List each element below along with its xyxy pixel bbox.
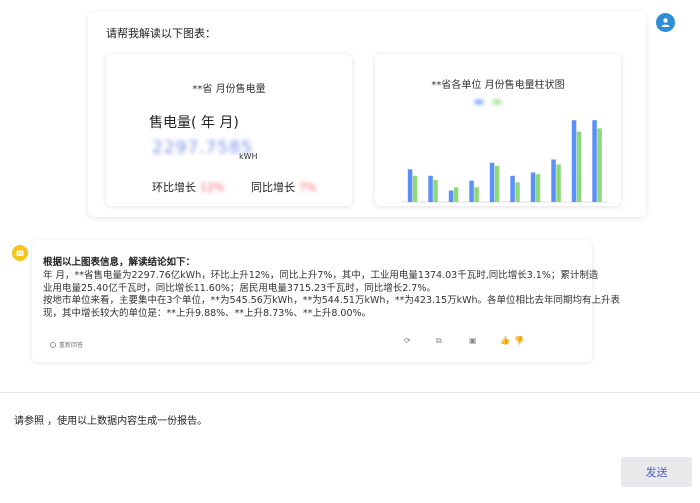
- assistant-message: 根据以上图表信息，解读结论如下： 年 月，**省售电量为2297.76亿kWh，…: [32, 240, 621, 362]
- thumbs-down-icon[interactable]: 👎: [514, 336, 524, 345]
- bar-chart-card: **省各单位 月份售电量柱状图: [375, 54, 621, 206]
- bar-series-2-item-1: [412, 175, 418, 202]
- kpi-mom-growth: 环比增长 12%: [152, 179, 224, 195]
- user-icon: [661, 18, 670, 27]
- refresh-icon[interactable]: ⟳: [404, 336, 411, 345]
- bar-series-1-item-1: [407, 169, 413, 202]
- kpi-unit: kWH: [239, 152, 258, 161]
- kpi-yoy-label: 同比增长: [251, 181, 295, 194]
- send-button[interactable]: 发送: [621, 457, 692, 487]
- bar-series-1-item-5: [489, 162, 495, 202]
- message-input[interactable]: 请参照 ，使用以上数据内容生成一份报告。: [14, 412, 207, 427]
- kpi-mom-value: 12%: [200, 181, 225, 194]
- bar-series-1-item-7: [530, 172, 536, 202]
- kpi-yoy-value: 7%: [299, 181, 317, 194]
- user-message: 请帮我解读以下图表： **省 月份售电量 售电量( 年 月) 2297.7585…: [88, 12, 646, 217]
- bar-series-2-item-6: [515, 182, 520, 202]
- bar-series-2-item-2: [433, 179, 438, 202]
- bar-series-1-item-4: [469, 180, 474, 202]
- bar-chart: [402, 120, 607, 203]
- kpi-value: 2297.7585: [152, 138, 253, 158]
- bar-series-1-item-8: [551, 159, 556, 202]
- bar-series-1-item-2: [428, 175, 433, 202]
- message-actions: ⟳ ⧉ ▣ 👍 👎: [392, 336, 592, 350]
- bar-series-2-item-10: [597, 128, 602, 202]
- bar-series-2-item-4: [474, 187, 479, 202]
- bar-series-2-item-8: [556, 164, 561, 202]
- assistant-avatar: [12, 245, 28, 261]
- assistant-line: 按地市单位来看，主要集中在3个单位，**为545.56万kWh，**为544.5…: [43, 295, 621, 306]
- bar-series-2-item-7: [535, 174, 541, 202]
- assistant-icon: [16, 250, 24, 256]
- save-icon[interactable]: ▣: [469, 336, 477, 345]
- assistant-body: 年 月，**省售电量为2297.76亿kWh，环比上升12%，同比上升7%，其中…: [43, 270, 621, 320]
- bar-series-2-item-3: [453, 187, 459, 202]
- bar-series-1-item-6: [510, 175, 515, 202]
- user-prompt: 请帮我解读以下图表：: [106, 27, 216, 40]
- kpi-mom-label: 环比增长: [152, 181, 196, 194]
- assistant-line: 年 月，**省售电量为2297.76亿kWh，环比上升12%，同比上升7%，其中…: [43, 270, 599, 281]
- regenerate-button[interactable]: 重新回答: [50, 340, 83, 349]
- kpi-label: 售电量( 年 月): [149, 115, 239, 131]
- assistant-title: 根据以上图表信息，解读结论如下：: [43, 257, 196, 268]
- sales-kpi-card: **省 月份售电量 售电量( 年 月) 2297.7585 kWH 环比增长 12…: [106, 54, 352, 206]
- bar-series-2-item-5: [494, 166, 500, 202]
- bar-series-1-item-10: [592, 120, 597, 202]
- user-avatar: [656, 13, 675, 32]
- bar-series-1-item-3: [448, 190, 454, 202]
- assistant-line: 现，其中增长较大的单位是：**上升9.88%、**上升8.73%、**上升8.0…: [43, 307, 372, 319]
- bar-series-1-item-9: [571, 120, 577, 202]
- bar-series-2-item-9: [576, 131, 582, 202]
- kpi-title: **省 月份售电量: [192, 84, 266, 95]
- thumbs-up-icon[interactable]: 👍: [500, 336, 510, 345]
- regenerate-label: 重新回答: [59, 342, 84, 349]
- assistant-line: 业用电量25.40亿千瓦时，同比增长11.60%；居民用电量3715.23千瓦时…: [43, 282, 436, 294]
- regenerate-icon: [50, 341, 56, 348]
- kpi-yoy-growth: 同比增长 7%: [251, 179, 316, 195]
- copy-icon[interactable]: ⧉: [436, 336, 442, 346]
- input-divider: [0, 392, 700, 393]
